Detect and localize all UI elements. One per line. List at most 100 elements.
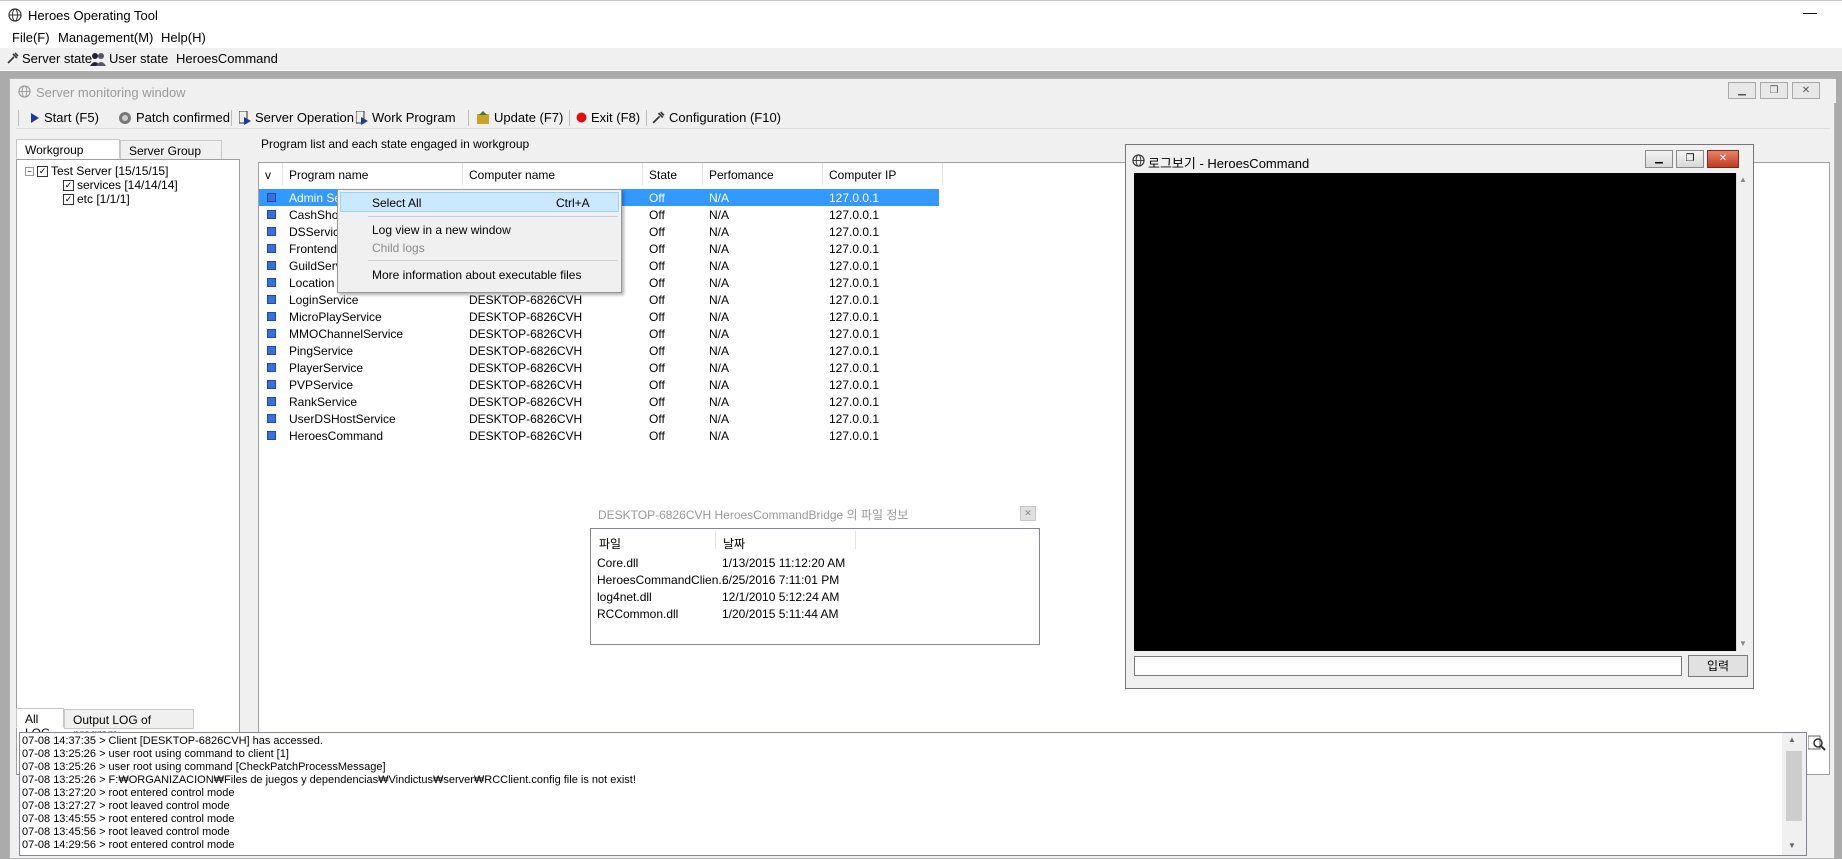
checkbox-root[interactable]: ✓ [37,165,48,177]
cell-computer-ip: 127.0.0.1 [829,208,880,222]
work-program-button[interactable]: Work Program [356,110,456,125]
play-icon [30,112,40,123]
table-row[interactable]: LoginService DESKTOP-6826CVH Off N/A 127.0.0… [259,291,939,308]
tree-item-etc[interactable]: ✓ etc [1/1/1] [63,192,130,206]
log-viewer-restore-button[interactable]: ❐ [1676,150,1704,168]
top-toolbar: Server state User state HeroesCommand [0,48,1842,70]
minimize-button[interactable]: — [1800,5,1820,25]
patch-confirmed-button[interactable]: Patch confirmed [118,110,230,125]
child-minimize-button[interactable]: ▁ [1728,82,1756,99]
date-column-header[interactable]: 날짜 [723,535,745,552]
log-viewer-window: 로그보기 - HeroesCommand ▁ ❐ ✕ ▲ ▼ 입력 [1125,144,1754,689]
cell-state: Off [649,191,665,205]
cell-state: Off [649,310,665,324]
context-menu: Select All Ctrl+A Log view in a new wind… [337,189,622,293]
table-row[interactable]: PVPService DESKTOP-6826CVH Off N/A 127.0.0.1 [259,376,939,393]
status-square-icon [267,244,276,253]
menu-management[interactable]: Management(M) [58,30,153,45]
column-state[interactable]: State [643,163,703,185]
scroll-down-icon[interactable]: ▼ [1788,841,1796,850]
file-date-cell: 12/1/2010 5:12:24 AM [722,590,840,604]
file-column-header[interactable]: 파일 [599,535,621,552]
menu-more-info[interactable]: More information about executable files [372,268,581,282]
menu-help[interactable]: Help(H) [161,30,206,45]
tree-root-item[interactable]: − ✓ Test Server [15/15/15] [25,164,168,178]
status-square-icon [267,397,276,406]
child-close-button[interactable]: ✕ [1792,82,1820,99]
server-state-button[interactable]: Server state [6,51,92,66]
log-output-area[interactable] [1134,173,1736,651]
cell-computer-name: DESKTOP-6826CVH [469,412,583,426]
server-operation-button[interactable]: Server Operation [239,110,354,125]
table-row[interactable]: MMOChannelService DESKTOP-6826CVH Off N/A 12… [259,325,939,342]
table-row[interactable]: PingService DESKTOP-6826CVH Off N/A 127.0.0.… [259,342,939,359]
cell-computer-ip: 127.0.0.1 [829,225,880,239]
user-state-button[interactable]: User state [90,51,168,66]
app-globe-icon [8,8,22,22]
child-title: Server monitoring window [36,85,186,100]
log-viewer-close-button[interactable]: ✕ [1707,150,1739,168]
scrollbar-thumb[interactable] [1786,751,1802,821]
cell-program-name: PVPService [289,378,354,392]
log-output-scrollbar[interactable]: ▲ ▼ [1736,173,1748,651]
exit-button[interactable]: Exit (F8) [576,110,640,125]
column-performance[interactable]: Perfomance [703,163,823,185]
menu-select-all[interactable]: Select All [372,196,421,210]
log-search-icon[interactable] [1808,735,1826,751]
heroes-command-button[interactable]: HeroesCommand [176,51,278,66]
update-button[interactable]: Update (F7) [476,110,563,125]
tab-server-group[interactable]: Server Group [120,140,222,160]
cell-computer-ip: 127.0.0.1 [829,327,880,341]
update-icon [476,110,490,125]
table-row[interactable]: HeroesCommand DESKTOP-6826CVH Off N/A 127.0.… [259,427,939,444]
cell-state: Off [649,208,665,222]
configuration-button[interactable]: Configuration (F10) [651,110,781,125]
log-line: 07-08 13:27:27 > root leaved control mod… [22,800,230,812]
checkbox-etc[interactable]: ✓ [63,193,74,205]
menu-log-view[interactable]: Log view in a new window [372,223,511,237]
user-state-label: User state [109,51,169,66]
file-info-close-button[interactable]: ✕ [1020,506,1036,521]
cell-computer-name: DESKTOP-6826CVH [469,395,583,409]
cell-state: Off [649,327,665,341]
configuration-label: Configuration (F10) [669,110,781,125]
column-computer-name[interactable]: Computer name [463,163,643,185]
log-list-scrollbar[interactable]: ▲ ▼ [1782,733,1806,855]
input-submit-button[interactable]: 입력 [1688,655,1748,677]
app-titlebar: Heroes Operating Tool — [0,0,1842,28]
tab-output-log[interactable]: Output LOG of program [64,709,194,741]
cell-performance: N/A [709,293,730,307]
cell-computer-name: DESKTOP-6826CVH [469,293,583,307]
column-program-name[interactable]: Program name [283,163,463,185]
tab-workgroup[interactable]: Workgroup [16,139,120,159]
table-row[interactable]: MicroPlayService DESKTOP-6826CVH Off N/A 127… [259,308,939,325]
tools-icon [651,110,665,125]
checkbox-services[interactable]: ✓ [63,179,74,191]
column-check[interactable]: v [259,163,283,185]
column-computer-ip[interactable]: Computer IP [823,163,943,185]
menu-child-logs: Child logs [372,241,425,255]
collapse-icon[interactable]: − [25,166,34,176]
cell-computer-ip: 127.0.0.1 [829,310,880,324]
cell-performance: N/A [709,276,730,290]
menu-bar: File(F) Management(M) Help(H) [0,28,1842,48]
scroll-up-icon[interactable]: ▲ [1788,735,1796,744]
scroll-down-icon[interactable]: ▼ [1739,639,1747,648]
child-restore-button[interactable]: ❐ [1760,82,1788,99]
menu-file[interactable]: File(F) [12,30,50,45]
log-line: 07-08 13:45:56 > root leaved control mod… [22,826,230,838]
command-input[interactable] [1134,656,1682,676]
start-button[interactable]: Start (F5) [30,110,99,125]
table-row[interactable]: RankService DESKTOP-6826CVH Off N/A 127.0.0.… [259,393,939,410]
log-viewer-minimize-button[interactable]: ▁ [1645,150,1673,168]
scroll-up-icon[interactable]: ▲ [1739,175,1747,184]
cell-state: Off [649,225,665,239]
tree-item-services[interactable]: ✓ services [14/14/14] [63,178,178,192]
cell-performance: N/A [709,242,730,256]
table-row[interactable]: UserDSHostService DESKTOP-6826CVH Off N/A 12… [259,410,939,427]
cell-computer-ip: 127.0.0.1 [829,276,880,290]
stop-icon [576,112,587,123]
table-row[interactable]: PlayerService DESKTOP-6826CVH Off N/A 127.0.… [259,359,939,376]
globe-icon [18,85,31,98]
tab-all-log[interactable]: All LOG [16,708,64,740]
